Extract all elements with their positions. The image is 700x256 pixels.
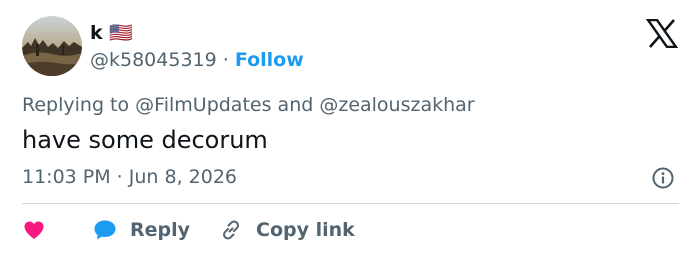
- author-display-name[interactable]: k 🇺🇸: [90, 21, 133, 45]
- handle-separator: ·: [222, 49, 229, 71]
- author-handle[interactable]: @k58045319: [90, 49, 217, 71]
- reply-mention-filmupdates[interactable]: @FilmUpdates: [135, 94, 271, 116]
- reply-context-prefix: Replying to: [22, 94, 130, 116]
- x-logo-icon[interactable]: [646, 19, 678, 48]
- heart-icon: [24, 221, 44, 239]
- reply-context-joiner: and: [277, 94, 314, 116]
- copy-link-label: Copy link: [256, 219, 355, 241]
- like-button[interactable]: [22, 218, 46, 242]
- author-handle-row: @k58045319 · Follow: [90, 47, 304, 73]
- tweet-timestamp[interactable]: 11:03 PM · Jun 8, 2026: [22, 164, 237, 190]
- divider: [22, 203, 679, 204]
- speech-bubble-icon: [94, 220, 116, 240]
- reply-label: Reply: [130, 219, 191, 241]
- follow-button[interactable]: Follow: [235, 49, 304, 71]
- avatar[interactable]: [22, 16, 82, 76]
- info-icon[interactable]: [651, 166, 675, 190]
- copy-link-button[interactable]: Copy link: [219, 218, 355, 242]
- reply-context: Replying to @FilmUpdates and @zealouszak…: [22, 92, 475, 118]
- reply-mention-zealouszakhar[interactable]: @zealouszakhar: [319, 94, 474, 116]
- action-bar: Reply Copy link: [22, 213, 355, 247]
- tweet-text: have some decorum: [22, 126, 268, 154]
- link-icon: [223, 220, 240, 240]
- reply-button[interactable]: Reply: [92, 218, 190, 242]
